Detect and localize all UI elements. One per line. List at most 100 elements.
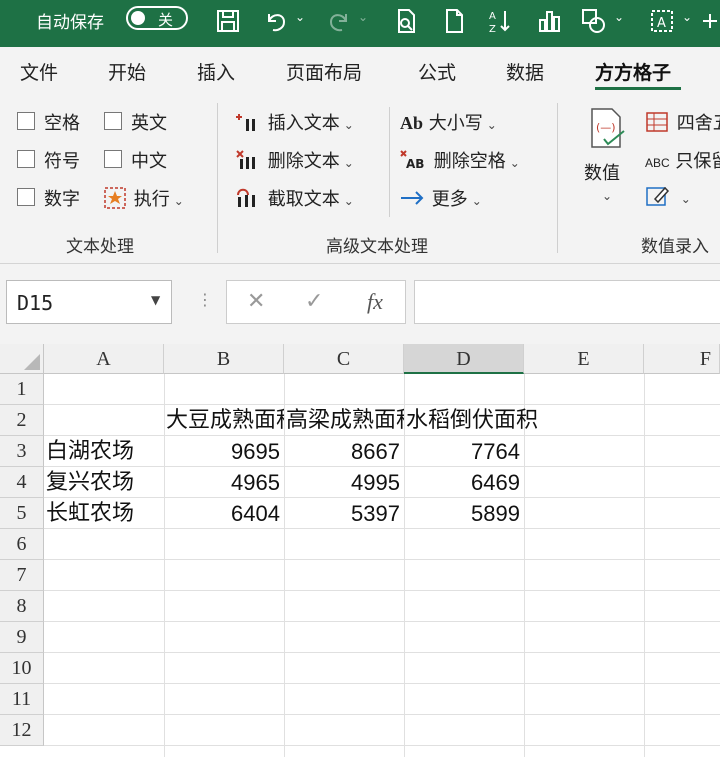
value-cell-d5[interactable]: 5899 — [404, 498, 520, 529]
value-cell-c5[interactable]: 5397 — [284, 498, 400, 529]
shapes-icon[interactable] — [580, 8, 608, 36]
insert-text-icon — [236, 114, 255, 131]
round-label: 四舍五 — [676, 113, 720, 134]
value-cell-b5[interactable]: 6404 — [164, 498, 280, 529]
row-header[interactable]: 8 — [0, 591, 44, 622]
column-header-f[interactable]: F — [644, 344, 720, 374]
value-cell-b4[interactable]: 4965 — [164, 467, 280, 498]
save-icon[interactable] — [214, 8, 242, 36]
value-cell-c3[interactable]: 8667 — [284, 436, 400, 467]
column-header-e[interactable]: E — [524, 344, 644, 374]
keep-button[interactable]: ABC 只保留 — [645, 147, 720, 173]
column-header-b[interactable]: B — [164, 344, 284, 374]
round-button[interactable]: 四舍五 — [645, 109, 720, 135]
english-label: 英文 — [131, 113, 167, 134]
more-icon[interactable] — [700, 8, 720, 36]
english-checkbox[interactable] — [104, 112, 122, 130]
tab-data[interactable]: 数据 — [506, 58, 544, 85]
tab-insert[interactable]: 插入 — [197, 58, 235, 85]
farm-cell-a5[interactable]: 长虹农场 — [46, 498, 164, 529]
worksheet-grid: A B C D E F 123456789101112 大豆成熟面积 高梁成熟面… — [0, 344, 720, 757]
delete-text-icon — [236, 150, 255, 169]
arrow-right-icon — [401, 191, 424, 205]
value-cell-c4[interactable]: 4995 — [284, 467, 400, 498]
column-header-d[interactable]: D — [404, 344, 524, 374]
number-checkbox[interactable] — [17, 188, 35, 206]
value-cell-d4[interactable]: 6469 — [404, 467, 520, 498]
row-header[interactable]: 4 — [0, 467, 44, 498]
row-header[interactable]: 3 — [0, 436, 44, 467]
column-header-a[interactable]: A — [44, 344, 164, 374]
space-checkbox[interactable] — [17, 112, 35, 130]
value-button[interactable]: (—) 数值 ⌄ — [582, 107, 630, 217]
insert-text-button[interactable]: 插入文本 ⌄ — [236, 109, 354, 135]
case-icon: Ab — [400, 113, 424, 133]
value-cell-b3[interactable]: 9695 — [164, 436, 280, 467]
tab-file[interactable]: 文件 — [20, 58, 58, 85]
row-header[interactable]: 1 — [0, 374, 44, 405]
name-box[interactable]: D15 ▼ — [6, 280, 172, 324]
more-button[interactable]: 更多 ⌄ — [400, 185, 482, 211]
row-header[interactable]: 6 — [0, 529, 44, 560]
text-box-dropdown-icon[interactable]: ⌄ — [682, 10, 692, 24]
bar-chart-icon[interactable] — [536, 8, 564, 36]
print-preview-icon[interactable] — [392, 8, 420, 36]
delete-text-button[interactable]: 删除文本 ⌄ — [236, 147, 354, 173]
case-label: 大小写 — [428, 113, 483, 134]
header-cell-c2[interactable]: 高梁成熟面积 — [286, 405, 404, 436]
svg-text:(—): (—) — [596, 121, 616, 134]
column-header-c[interactable]: C — [284, 344, 404, 374]
row-header[interactable]: 2 — [0, 405, 44, 436]
row-header[interactable]: 9 — [0, 622, 44, 653]
space-label: 空格 — [44, 113, 80, 134]
insert-function-icon[interactable]: fx — [367, 289, 383, 315]
text-box-icon[interactable]: A — [648, 8, 676, 36]
cancel-icon[interactable]: ✕ — [247, 289, 265, 314]
delete-spaces-button[interactable]: AB 删除空格 ⌄ — [400, 147, 520, 173]
farm-cell-a4[interactable]: 复兴农场 — [46, 467, 164, 498]
grid-line — [44, 590, 720, 591]
title-bar: 自动保存 关 ⌄ ⌄ AZ ⌄ A ⌄ — [0, 0, 720, 47]
tab-page-layout[interactable]: 页面布局 — [286, 58, 362, 85]
header-cell-d2[interactable]: 水稻倒伏面积 — [406, 405, 606, 436]
value-cell-d3[interactable]: 7764 — [404, 436, 520, 467]
grid-line — [404, 374, 405, 757]
tab-formulas[interactable]: 公式 — [418, 58, 456, 85]
name-box-dropdown-icon[interactable]: ▼ — [151, 293, 160, 307]
undo-icon[interactable] — [262, 8, 290, 36]
chinese-checkbox[interactable] — [104, 150, 122, 168]
header-cell-b2[interactable]: 大豆成熟面积 — [166, 405, 284, 436]
autosave-toggle[interactable]: 关 — [126, 6, 188, 30]
row-header[interactable]: 5 — [0, 498, 44, 529]
group-separator — [217, 103, 218, 253]
formula-input[interactable] — [414, 280, 720, 324]
active-tab-indicator — [595, 87, 681, 90]
row-header[interactable]: 10 — [0, 653, 44, 684]
extract-text-button[interactable]: 截取文本 ⌄ — [236, 185, 354, 211]
drag-handle-icon[interactable]: ⋮ — [197, 290, 213, 309]
name-box-value: D15 — [17, 291, 54, 315]
edit-button[interactable]: ⌄ — [645, 185, 691, 208]
sort-az-icon[interactable]: AZ — [486, 8, 514, 36]
value-label: 数值 — [584, 163, 620, 184]
tab-home[interactable]: 开始 — [108, 58, 146, 85]
row-header[interactable]: 12 — [0, 715, 44, 746]
autosave-label: 自动保存 — [36, 13, 104, 33]
new-file-icon[interactable] — [440, 8, 468, 36]
tab-fangfanggezi[interactable]: 方方格子 — [595, 58, 671, 85]
case-button[interactable]: Ab 大小写 ⌄ — [400, 109, 497, 135]
chinese-label: 中文 — [131, 151, 167, 172]
redo-dropdown-icon[interactable]: ⌄ — [358, 10, 368, 24]
farm-cell-a3[interactable]: 白湖农场 — [46, 436, 164, 467]
delete-spaces-label: 删除空格 — [433, 151, 506, 172]
execute-button[interactable]: 执行 ⌄ — [104, 185, 184, 211]
row-header[interactable]: 11 — [0, 684, 44, 715]
undo-dropdown-icon[interactable]: ⌄ — [295, 10, 305, 24]
row-header[interactable]: 7 — [0, 560, 44, 591]
redo-icon[interactable] — [325, 8, 353, 36]
shapes-dropdown-icon[interactable]: ⌄ — [614, 10, 624, 24]
text-processing-group-label: 文本处理 — [66, 237, 134, 257]
symbol-checkbox[interactable] — [17, 150, 35, 168]
enter-icon[interactable]: ✓ — [305, 289, 323, 314]
select-all-button[interactable] — [0, 344, 44, 374]
